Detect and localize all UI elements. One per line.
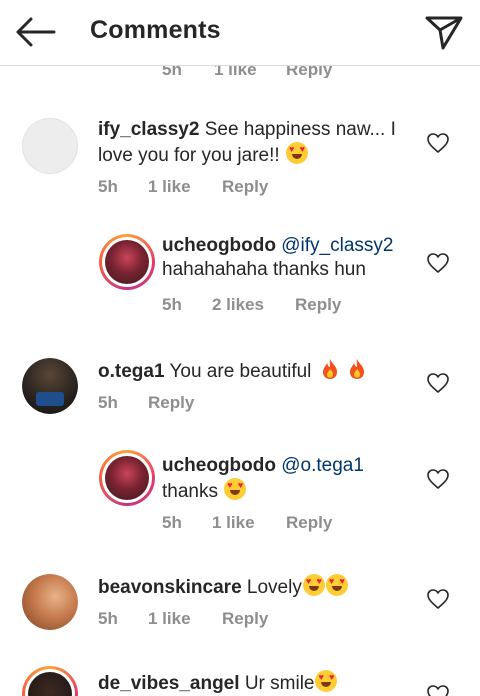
comment-username[interactable]: de_vibes_angel bbox=[98, 673, 240, 694]
avatar[interactable] bbox=[22, 574, 78, 630]
comment-time: 5h bbox=[98, 393, 118, 412]
comment-username[interactable]: ify_classy2 bbox=[98, 119, 199, 140]
page-title: Comments bbox=[90, 16, 221, 44]
heart-outline-icon[interactable] bbox=[426, 372, 450, 394]
comment-meta: 5h 1 like Reply bbox=[98, 609, 298, 631]
avatar[interactable] bbox=[22, 118, 78, 174]
heart-eyes-emoji-icon bbox=[285, 142, 308, 164]
comment-username[interactable]: ucheogbodo bbox=[162, 235, 276, 256]
comment-text: de_vibes_angel Ur smile bbox=[98, 670, 418, 696]
comment-text: beavonskincare Lovely bbox=[98, 574, 418, 600]
heart-eyes-emoji-icon bbox=[302, 574, 325, 596]
arrow-left-icon bbox=[16, 17, 56, 47]
comment-text: ify_classy2 See happiness naw... I love … bbox=[98, 118, 418, 168]
heart-outline-icon[interactable] bbox=[426, 132, 450, 154]
comment-body: hahahahaha thanks hun bbox=[162, 259, 366, 280]
fire-emoji-icon bbox=[322, 359, 337, 379]
comment-time: 5h bbox=[162, 295, 182, 314]
heart-outline-icon[interactable] bbox=[426, 252, 450, 274]
comment-username[interactable]: beavonskincare bbox=[98, 577, 242, 598]
reply-button[interactable]: Reply bbox=[222, 177, 268, 197]
reply-button[interactable]: Reply bbox=[148, 393, 194, 413]
reply-button[interactable]: Reply bbox=[295, 295, 341, 315]
avatar[interactable] bbox=[99, 450, 155, 506]
comment-time: 5h bbox=[98, 177, 118, 196]
avatar[interactable] bbox=[22, 666, 78, 696]
comment-body: Ur smile bbox=[244, 673, 315, 694]
comment-body: You are beautiful bbox=[169, 361, 312, 382]
heart-outline-icon[interactable] bbox=[426, 468, 450, 490]
comment-text: ucheogbodo @ify_classy2 hahahahaha thank… bbox=[162, 234, 422, 282]
heart-eyes-emoji-icon bbox=[315, 670, 338, 692]
comment-meta: 5h Reply bbox=[98, 393, 298, 415]
comment-text: o.tega1 You are beautiful bbox=[98, 358, 418, 384]
comment-meta: 5h 1 like Reply bbox=[162, 513, 382, 535]
avatar[interactable] bbox=[22, 358, 78, 414]
paper-plane-icon bbox=[425, 16, 463, 50]
comment-meta: 5h 1 like Reply bbox=[98, 177, 298, 199]
fire-emoji-icon bbox=[349, 359, 364, 379]
comment-body: thanks bbox=[162, 481, 218, 502]
heart-eyes-emoji-icon bbox=[325, 574, 348, 596]
comment-username[interactable]: ucheogbodo bbox=[162, 455, 276, 476]
like-count[interactable]: 1 like bbox=[212, 513, 255, 533]
heart-eyes-emoji-icon bbox=[224, 478, 247, 500]
like-count[interactable]: 1 like bbox=[148, 609, 191, 629]
comment-body: Lovely bbox=[246, 577, 302, 598]
comments-header: Comments bbox=[0, 0, 480, 66]
heart-outline-icon[interactable] bbox=[426, 684, 450, 696]
comment-time: 5h bbox=[162, 513, 182, 532]
reply-button[interactable]: Reply bbox=[222, 609, 268, 629]
heart-outline-icon[interactable] bbox=[426, 588, 450, 610]
share-button[interactable] bbox=[422, 10, 466, 54]
comment-meta: 5h 2 likes Reply bbox=[162, 295, 382, 317]
comment-text: ucheogbodo @o.tega1 thanks bbox=[162, 454, 422, 504]
like-count[interactable]: 1 like bbox=[148, 177, 191, 197]
comment-time: 5h bbox=[98, 609, 118, 628]
avatar[interactable] bbox=[99, 234, 155, 290]
back-button[interactable] bbox=[14, 14, 58, 50]
comment-mention[interactable]: @o.tega1 bbox=[281, 455, 364, 476]
comment-username[interactable]: o.tega1 bbox=[98, 361, 165, 382]
comment-mention[interactable]: @ify_classy2 bbox=[281, 235, 393, 256]
reply-button[interactable]: Reply bbox=[286, 513, 332, 533]
like-count[interactable]: 2 likes bbox=[212, 295, 264, 315]
